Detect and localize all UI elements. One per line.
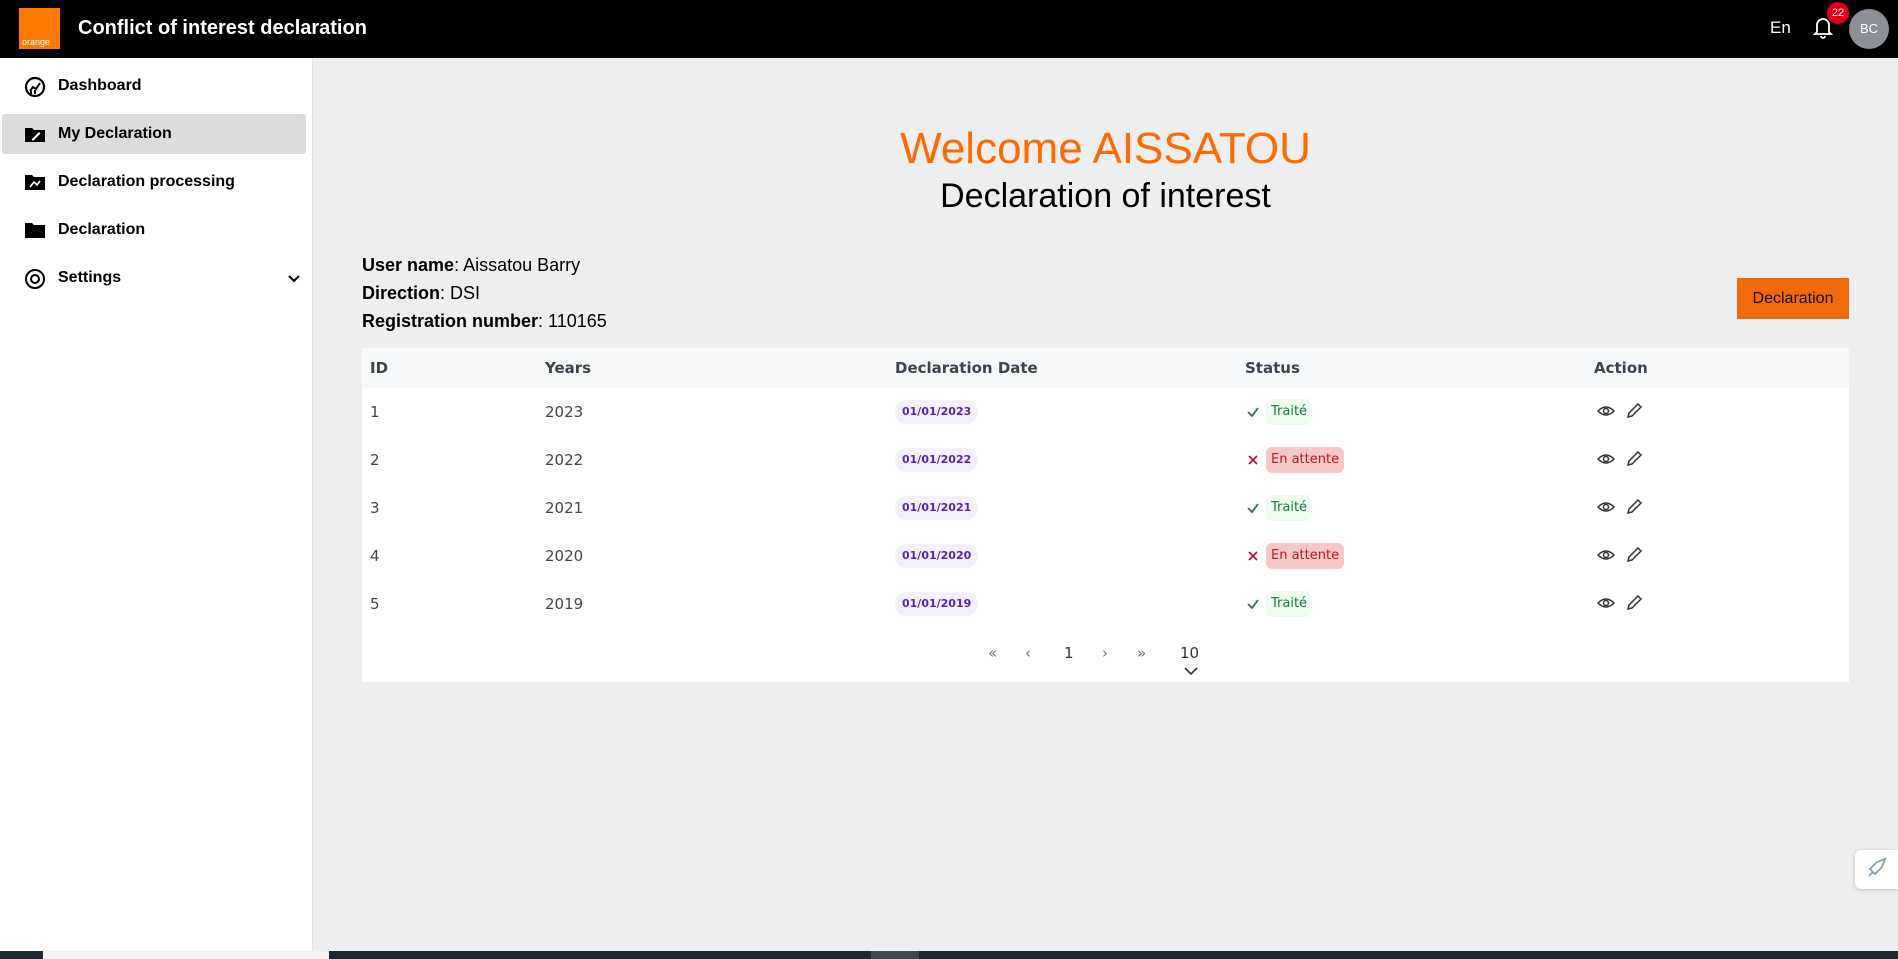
user-name-line: User name: Aissatou Barry bbox=[362, 255, 580, 276]
edit-pencil-icon[interactable] bbox=[1624, 545, 1644, 565]
notification-badge: 22 bbox=[1827, 2, 1849, 24]
cell-id: 3 bbox=[370, 499, 380, 517]
cell-id: 4 bbox=[370, 547, 380, 565]
chevron-down-icon[interactable] bbox=[286, 270, 302, 286]
folder-process-icon bbox=[24, 172, 46, 192]
user-name-label: User name bbox=[362, 255, 455, 275]
cell-year: 2019 bbox=[545, 595, 584, 613]
logo-text: orange bbox=[22, 37, 51, 47]
column-header-action: Action bbox=[1594, 359, 1648, 377]
sidebar: Dashboard My Declaration Declaration pro… bbox=[0, 58, 313, 951]
taskbar-app[interactable] bbox=[871, 951, 919, 959]
welcome-heading: Welcome AISSATOU bbox=[900, 124, 1311, 173]
sidebar-item-dashboard[interactable]: Dashboard bbox=[2, 66, 306, 106]
user-avatar[interactable]: BC bbox=[1849, 9, 1889, 49]
page-size-value: 10 bbox=[1180, 644, 1200, 662]
registration-label: Registration number bbox=[362, 311, 539, 331]
sidebar-item-label: Declaration processing bbox=[58, 173, 235, 190]
column-header-status[interactable]: Status bbox=[1245, 359, 1300, 377]
declaration-button[interactable]: Declaration bbox=[1737, 278, 1849, 319]
status-badge: Traité bbox=[1266, 591, 1313, 617]
cell-date-tag: 01/01/2023 bbox=[895, 400, 979, 424]
status-badge: Traité bbox=[1266, 399, 1313, 425]
declarations-table: ID Years Declaration Date Status Action … bbox=[362, 348, 1849, 682]
view-eye-icon[interactable] bbox=[1596, 449, 1616, 469]
edit-pencil-icon[interactable] bbox=[1624, 401, 1644, 421]
table-header: ID Years Declaration Date Status Action bbox=[362, 348, 1849, 388]
taskbar-search[interactable] bbox=[43, 951, 329, 959]
view-eye-icon[interactable] bbox=[1596, 497, 1616, 517]
direction-line: Direction: DSI bbox=[362, 283, 480, 304]
cell-date-tag: 01/01/2019 bbox=[895, 592, 979, 616]
cell-id: 5 bbox=[370, 595, 380, 613]
check-icon bbox=[1245, 596, 1261, 612]
cell-date-tag: 01/01/2022 bbox=[895, 448, 979, 472]
dashboard-icon bbox=[24, 76, 46, 98]
check-icon bbox=[1245, 404, 1261, 420]
status-badge: En attente bbox=[1266, 447, 1345, 473]
folder-icon bbox=[24, 220, 46, 240]
last-page-button[interactable]: » bbox=[1137, 644, 1146, 662]
floating-rocket-button[interactable] bbox=[1855, 850, 1898, 889]
column-header-years[interactable]: Years bbox=[545, 359, 591, 377]
sidebar-item-label: Dashboard bbox=[58, 77, 142, 94]
direction-label: Direction bbox=[362, 283, 441, 303]
cell-date-tag: 01/01/2020 bbox=[895, 544, 979, 568]
cross-icon bbox=[1245, 452, 1261, 468]
rocket-icon bbox=[1868, 857, 1887, 877]
edit-pencil-icon[interactable] bbox=[1624, 593, 1644, 613]
cell-date-tag: 01/01/2021 bbox=[895, 496, 979, 520]
top-bar: orange Conflict of interest declaration … bbox=[0, 0, 1898, 58]
table-row: 5 2019 01/01/2019 Traité bbox=[362, 580, 1849, 628]
sidebar-item-my-declaration[interactable]: My Declaration bbox=[2, 114, 306, 154]
settings-icon bbox=[24, 268, 46, 289]
table-row: 1 2023 01/01/2023 Traité bbox=[362, 388, 1849, 436]
sidebar-item-settings[interactable]: Settings bbox=[2, 258, 306, 298]
table-row: 2 2022 01/01/2022 En attente bbox=[362, 436, 1849, 484]
orange-logo[interactable]: orange bbox=[19, 8, 60, 49]
status-badge: Traité bbox=[1266, 495, 1313, 521]
table-row: 3 2021 01/01/2021 Traité bbox=[362, 484, 1849, 532]
direction-value: : DSI bbox=[440, 283, 481, 303]
first-page-button[interactable]: « bbox=[988, 644, 997, 662]
page-number-button[interactable]: 1 bbox=[1064, 644, 1074, 662]
registration-line: Registration number: 110165 bbox=[362, 311, 607, 332]
cell-year: 2020 bbox=[545, 547, 584, 565]
user-name-value: : Aissatou Barry bbox=[454, 255, 581, 275]
sidebar-item-label: My Declaration bbox=[58, 125, 172, 142]
sidebar-item-label: Declaration bbox=[58, 221, 146, 238]
cell-year: 2023 bbox=[545, 403, 584, 421]
table-row: 4 2020 01/01/2020 En attente bbox=[362, 532, 1849, 580]
check-icon bbox=[1245, 500, 1261, 516]
language-selector[interactable]: En bbox=[1770, 18, 1791, 38]
cell-id: 1 bbox=[370, 403, 380, 421]
os-taskbar bbox=[0, 951, 1898, 959]
cross-icon bbox=[1245, 548, 1261, 564]
prev-page-button[interactable]: ‹ bbox=[1025, 644, 1031, 662]
cell-year: 2021 bbox=[545, 499, 584, 517]
view-eye-icon[interactable] bbox=[1596, 593, 1616, 613]
edit-folder-icon bbox=[24, 124, 46, 144]
column-header-declaration-date[interactable]: Declaration Date bbox=[895, 359, 1038, 377]
sidebar-item-declaration-processing[interactable]: Declaration processing bbox=[2, 162, 306, 202]
chevron-down-icon bbox=[1184, 667, 1198, 676]
status-badge: En attente bbox=[1266, 543, 1345, 569]
next-page-button[interactable]: › bbox=[1102, 644, 1108, 662]
registration-value: : 110165 bbox=[538, 311, 607, 331]
page-title: Declaration of interest bbox=[940, 177, 1271, 215]
edit-pencil-icon[interactable] bbox=[1624, 497, 1644, 517]
edit-pencil-icon[interactable] bbox=[1624, 449, 1644, 469]
sidebar-item-label: Settings bbox=[58, 269, 122, 286]
sidebar-item-declaration[interactable]: Declaration bbox=[2, 210, 306, 250]
view-eye-icon[interactable] bbox=[1596, 545, 1616, 565]
view-eye-icon[interactable] bbox=[1596, 401, 1616, 421]
app-title: Conflict of interest declaration bbox=[78, 17, 367, 39]
cell-id: 2 bbox=[370, 451, 380, 469]
column-header-id[interactable]: ID bbox=[370, 359, 388, 377]
cell-year: 2022 bbox=[545, 451, 584, 469]
page-size-select[interactable]: 10 bbox=[1180, 644, 1199, 680]
